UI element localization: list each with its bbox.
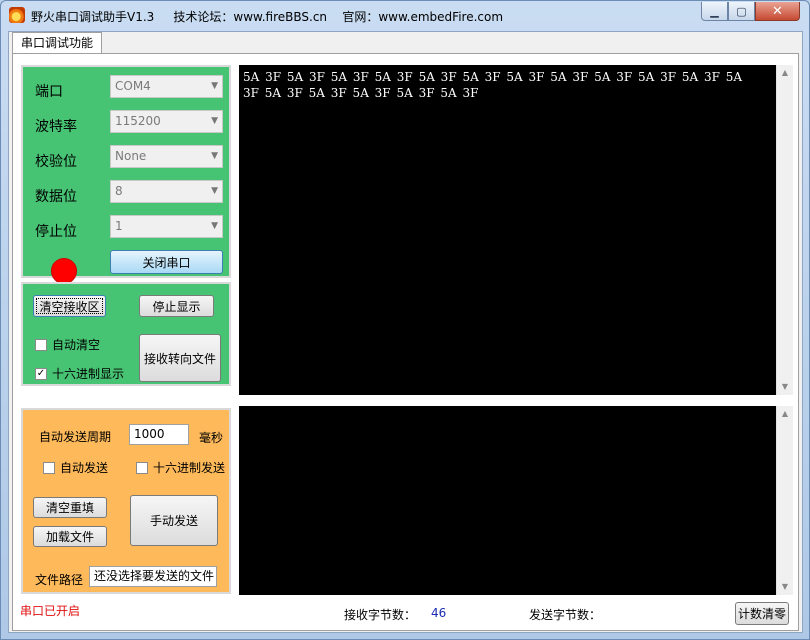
- port-status-indicator: [51, 258, 77, 284]
- parity-label: 校验位: [35, 154, 77, 170]
- parity-select[interactable]: None ▼: [110, 145, 223, 168]
- window-title: 野火串口调试助手V1.3 技术论坛：www.fireBBS.cn 官网：www.…: [31, 8, 503, 25]
- app-window: 野火串口调试助手V1.3 技术论坛：www.fireBBS.cn 官网：www.…: [0, 0, 810, 640]
- file-path-input[interactable]: 还没选择要发送的文件: [89, 566, 217, 587]
- tx-count-label: 发送字节数：: [529, 608, 602, 622]
- port-select[interactable]: COM4 ▼: [110, 75, 223, 98]
- forum-text: 技术论坛：www.fireBBS.cn: [173, 10, 328, 24]
- stopbits-select[interactable]: 1 ▼: [110, 215, 223, 238]
- checkbox-box: [43, 461, 55, 474]
- checkbox-box: [136, 461, 148, 474]
- auto-clear-checkbox[interactable]: 自动清空: [35, 336, 100, 353]
- chevron-down-icon: ▼: [211, 221, 218, 231]
- maximize-icon: ▢: [736, 4, 747, 18]
- send-period-label: 自动发送周期: [39, 430, 112, 444]
- stop-display-button[interactable]: 停止显示: [139, 295, 214, 317]
- port-state-text: 串口已开启: [20, 604, 81, 618]
- file-path-label: 文件路径: [35, 573, 84, 587]
- title-bar[interactable]: 野火串口调试助手V1.3 技术论坛：www.fireBBS.cn 官网：www.…: [1, 1, 809, 31]
- scroll-down-icon[interactable]: ▼: [777, 579, 793, 595]
- auto-send-label: 自动发送: [60, 461, 109, 475]
- period-unit-label: 毫秒: [199, 431, 224, 445]
- receive-text: 5A 3F 5A 3F 5A 3F 5A 3F 5A 3F 5A 3F 5A 3…: [243, 70, 743, 100]
- databits-value: 8: [115, 184, 123, 198]
- tab-page: 端口 COM4 ▼ 波特率 115200 ▼ 校验位 None ▼ 数据位 8: [12, 53, 799, 631]
- receive-to-file-button[interactable]: 接收转向文件: [139, 334, 221, 382]
- manual-send-button[interactable]: 手动发送: [130, 495, 218, 546]
- flame-icon: [9, 7, 25, 23]
- hex-display-checkbox[interactable]: ✓ 十六进制显示: [35, 365, 124, 382]
- checkmark-icon: ✓: [35, 367, 47, 380]
- databits-select[interactable]: 8 ▼: [110, 180, 223, 203]
- chevron-down-icon: ▼: [211, 186, 218, 196]
- baud-value: 115200: [115, 114, 161, 128]
- baud-select[interactable]: 115200 ▼: [110, 110, 223, 133]
- reset-count-button[interactable]: 计数清零: [735, 602, 789, 625]
- chevron-down-icon: ▼: [211, 151, 218, 161]
- client-area: 串口调试功能 端口 COM4 ▼ 波特率 115200 ▼ 校验位 None ▼: [8, 31, 803, 633]
- hex-send-checkbox[interactable]: 十六进制发送: [136, 459, 225, 476]
- send-scrollbar[interactable]: ▲ ▼: [776, 406, 793, 595]
- close-button[interactable]: ✕: [755, 2, 800, 21]
- receive-controls-panel: 清空接收区 停止显示 自动清空 ✓ 十六进制显示 接收转向文件: [21, 282, 231, 386]
- port-value: COM4: [115, 79, 151, 93]
- maximize-button[interactable]: ▢: [728, 2, 755, 21]
- databits-label: 数据位: [35, 189, 77, 205]
- scroll-up-icon[interactable]: ▲: [777, 406, 793, 422]
- auto-send-checkbox[interactable]: 自动发送: [43, 459, 108, 476]
- clear-receive-button[interactable]: 清空接收区: [33, 295, 106, 317]
- stopbits-value: 1: [115, 219, 123, 233]
- close-icon: ✕: [772, 3, 783, 19]
- auto-clear-label: 自动清空: [52, 338, 101, 352]
- port-label: 端口: [35, 84, 63, 100]
- app-title: 野火串口调试助手V1.3: [31, 10, 155, 24]
- receive-display[interactable]: 5A 3F 5A 3F 5A 3F 5A 3F 5A 3F 5A 3F 5A 3…: [239, 65, 776, 395]
- close-port-button[interactable]: 关闭串口: [110, 250, 223, 274]
- minimize-button[interactable]: ▁: [701, 2, 728, 21]
- send-period-input[interactable]: 1000: [129, 424, 189, 445]
- serial-settings-panel: 端口 COM4 ▼ 波特率 115200 ▼ 校验位 None ▼ 数据位 8: [21, 65, 231, 284]
- baud-label: 波特率: [35, 119, 77, 135]
- stopbits-label: 停止位: [35, 224, 77, 240]
- scroll-down-icon[interactable]: ▼: [777, 379, 793, 395]
- tab-serial-debug[interactable]: 串口调试功能: [12, 32, 103, 54]
- hex-send-label: 十六进制发送: [153, 461, 226, 475]
- send-settings-panel: 自动发送周期 1000 毫秒 自动发送 十六进制发送 清空重填 加载文件 手动发…: [21, 408, 231, 594]
- website-text: 官网：www.embedFire.com: [342, 10, 504, 24]
- parity-value: None: [115, 149, 147, 163]
- scroll-up-icon[interactable]: ▲: [777, 65, 793, 81]
- receive-scrollbar[interactable]: ▲ ▼: [776, 65, 793, 395]
- minimize-icon: ▁: [710, 4, 719, 18]
- rx-count-value: 46: [431, 606, 447, 620]
- send-input-area[interactable]: [239, 406, 776, 595]
- chevron-down-icon: ▼: [211, 116, 218, 126]
- clear-refill-button[interactable]: 清空重填: [33, 497, 107, 518]
- load-file-button[interactable]: 加载文件: [33, 526, 107, 547]
- chevron-down-icon: ▼: [211, 81, 218, 91]
- rx-count-label: 接收字节数：: [344, 608, 417, 622]
- hex-display-label: 十六进制显示: [52, 367, 125, 381]
- checkbox-box: [35, 338, 47, 351]
